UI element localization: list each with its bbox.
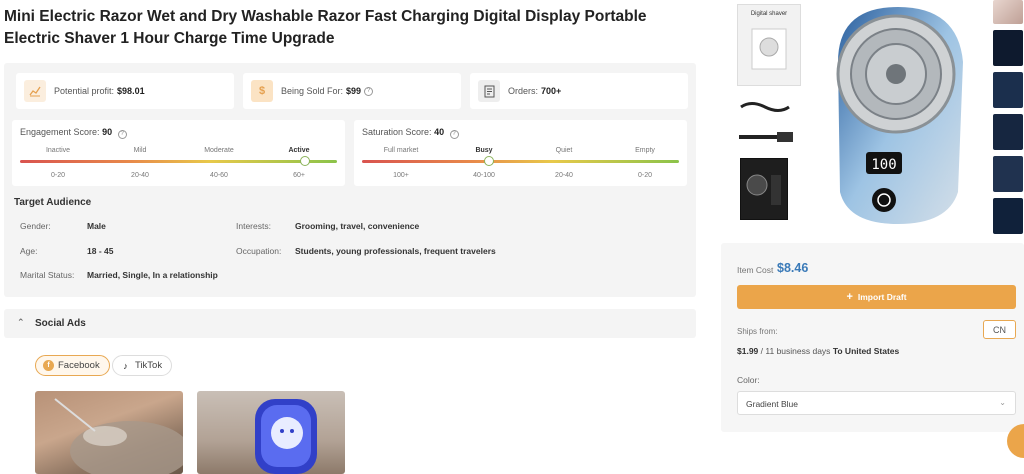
orders-label: Orders: — [508, 86, 539, 96]
saturation-score-bar — [362, 160, 679, 163]
receipt-icon — [478, 80, 500, 102]
potential-profit-stat: Potential profit: $98.01 — [16, 73, 234, 109]
item-cost-label: Item Cost — [737, 265, 774, 275]
chevron-down-icon: ⌄ — [999, 398, 1006, 407]
gender-label: Gender: — [20, 221, 51, 231]
saturation-level-label: Full market — [383, 147, 419, 154]
display-readout: 100 — [871, 157, 896, 173]
sold-value: $99 — [346, 86, 362, 96]
dollar-icon: $ — [251, 80, 273, 102]
engagement-value: 90 — [102, 127, 113, 137]
occupation-value: Students, young professionals, frequent … — [295, 246, 496, 256]
social-ads-title: Social Ads — [35, 318, 86, 329]
engagement-range-label: 60+ — [293, 172, 305, 179]
shipping-info: $1.99 / 11 business days To United State… — [737, 346, 899, 356]
profit-label: Potential profit: — [54, 86, 115, 96]
sold-label: Being Sold For: — [281, 86, 344, 96]
import-draft-label: Import Draft — [857, 292, 907, 302]
marital-status-value: Married, Single, In a relationship — [87, 270, 218, 280]
color-label: Color: — [737, 375, 760, 385]
ad-video-thumbnail[interactable] — [197, 391, 345, 474]
tiktok-icon: ♪ — [120, 360, 131, 371]
ship-origin-button[interactable]: CN — [983, 320, 1016, 339]
usb-cable-image — [740, 102, 790, 112]
color-select[interactable]: Gradient Blue ⌄ — [737, 391, 1016, 415]
saturation-label: Saturation Score: — [362, 127, 432, 137]
gallery-thumb[interactable] — [993, 156, 1023, 192]
ad-video-thumbnail[interactable] — [35, 391, 183, 474]
engagement-level-label: Active — [288, 147, 310, 154]
interests-label: Interests: — [236, 221, 271, 231]
color-select-value: Gradient Blue — [746, 399, 798, 409]
saturation-level-label: Empty — [635, 147, 655, 154]
gender-value: Male — [87, 221, 106, 231]
gallery-thumb-box[interactable]: Digital shaver — [737, 4, 801, 86]
engagement-level-label: Inactive — [45, 147, 71, 154]
cleaning-brush-image — [739, 132, 793, 142]
orders-stat: Orders: 700+ — [470, 73, 688, 109]
social-ads-header[interactable]: ⌃ Social Ads — [4, 309, 696, 338]
gallery-thumb[interactable] — [993, 0, 1023, 24]
saturation-range-label: 40-100 — [473, 172, 495, 179]
gallery-thumb[interactable] — [993, 114, 1023, 150]
saturation-score-heading: Saturation Score: 40 ? — [362, 127, 459, 139]
engagement-score-bar — [20, 160, 337, 163]
shipping-destination: To United States — [832, 346, 900, 356]
purchase-card: Item Cost $8.46 + Import Draft Ships fro… — [721, 243, 1024, 432]
engagement-range-label: 0-20 — [50, 172, 65, 179]
main-product-image[interactable]: 100 — [808, 2, 988, 232]
box-caption: Digital shaver — [750, 11, 788, 17]
engagement-range-label: 40-60 — [210, 172, 228, 179]
marital-status-label: Marital Status: — [20, 270, 75, 280]
gallery-thumb-package[interactable] — [740, 158, 788, 220]
engagement-score-marker — [300, 156, 311, 166]
help-icon[interactable]: ? — [117, 130, 127, 139]
gallery-thumb[interactable] — [993, 72, 1023, 108]
tiktok-label: TikTok — [135, 360, 163, 371]
interests-value: Grooming, travel, convenience — [295, 221, 420, 231]
tab-tiktok[interactable]: ♪ TikTok — [112, 355, 173, 376]
facebook-label: Facebook — [58, 360, 100, 371]
saturation-score-card: Saturation Score: 40 ? Full market Busy … — [354, 120, 687, 186]
saturation-value: 40 — [434, 127, 445, 137]
shipping-price: $1.99 — [737, 346, 759, 356]
shipping-days: / 11 business days — [760, 346, 831, 356]
product-insights-panel: Potential profit: $98.01 $ Being Sold Fo… — [4, 63, 696, 297]
engagement-range-label: 20-40 — [131, 172, 149, 179]
engagement-label: Engagement Score: — [20, 127, 100, 137]
engagement-level-label: Mild — [133, 147, 147, 154]
help-icon[interactable]: ? — [449, 130, 459, 139]
saturation-range-label: 0-20 — [637, 172, 652, 179]
item-cost-value: $8.46 — [777, 261, 809, 275]
saturation-range-label: 20-40 — [555, 172, 573, 179]
saturation-range-label: 100+ — [393, 172, 409, 179]
import-draft-button[interactable]: + Import Draft — [737, 285, 1016, 309]
saturation-score-marker — [483, 156, 494, 166]
target-audience-title: Target Audience — [14, 197, 92, 208]
sold-for-stat: $ Being Sold For: $99 ? — [243, 73, 461, 109]
saturation-level-label: Quiet — [555, 147, 573, 154]
trend-chart-icon — [24, 80, 46, 102]
gallery-thumb[interactable] — [993, 198, 1023, 234]
age-label: Age: — [20, 246, 38, 256]
product-title: Mini Electric Razor Wet and Dry Washable… — [4, 8, 647, 47]
age-value: 18 - 45 — [87, 246, 114, 256]
facebook-icon: f — [43, 360, 54, 371]
ships-from-label: Ships from: — [737, 327, 778, 336]
engagement-score-heading: Engagement Score: 90 ? — [20, 127, 127, 139]
gallery-thumb[interactable] — [993, 30, 1023, 66]
profit-value: $98.01 — [117, 86, 145, 96]
engagement-score-card: Engagement Score: 90 ? Inactive Mild Mod… — [12, 120, 345, 186]
orders-value: 700+ — [541, 86, 562, 96]
help-icon[interactable]: ? — [364, 86, 374, 96]
engagement-level-label: Moderate — [204, 147, 234, 154]
saturation-level-label: Busy — [475, 147, 493, 154]
chevron-up-icon: ⌃ — [17, 317, 25, 327]
plus-icon: + — [846, 291, 853, 303]
tab-facebook[interactable]: f Facebook — [35, 355, 110, 376]
occupation-label: Occupation: — [236, 246, 282, 256]
